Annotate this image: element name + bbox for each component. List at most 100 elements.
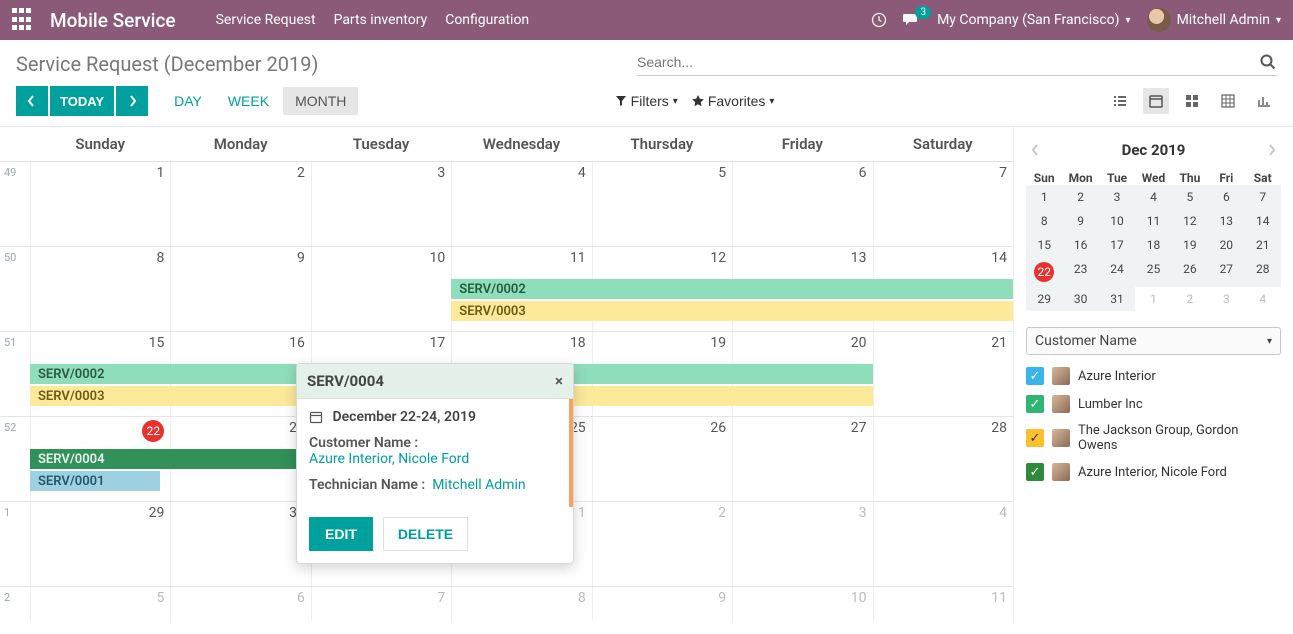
calendar-cell[interactable]: 3 <box>732 502 872 586</box>
mini-cell[interactable]: 10 <box>1099 209 1135 233</box>
mini-cell[interactable]: 8 <box>1026 209 1062 233</box>
apps-icon[interactable] <box>12 8 36 32</box>
mini-cell[interactable]: 18 <box>1135 233 1171 257</box>
view-pivot-icon[interactable] <box>1215 88 1241 114</box>
calendar-cell[interactable]: 6 <box>732 162 872 246</box>
nav-configuration[interactable]: Configuration <box>445 12 529 28</box>
search-icon[interactable] <box>1259 53 1277 71</box>
mini-cell[interactable]: 15 <box>1026 233 1062 257</box>
mini-cell[interactable]: 3 <box>1099 185 1135 209</box>
mini-cell[interactable]: 12 <box>1172 209 1208 233</box>
mini-cell[interactable]: 21 <box>1245 233 1281 257</box>
checkbox-icon[interactable]: ✓ <box>1026 463 1044 481</box>
company-selector[interactable]: My Company (San Francisco)▾ <box>937 12 1130 28</box>
mini-next-icon[interactable] <box>1263 139 1281 161</box>
prev-button[interactable] <box>16 86 48 116</box>
mini-cell[interactable]: 3 <box>1208 287 1244 311</box>
mini-prev-icon[interactable] <box>1026 139 1044 161</box>
mini-cell[interactable]: 26 <box>1172 257 1208 287</box>
mini-cell[interactable]: 4 <box>1245 287 1281 311</box>
nav-service-request[interactable]: Service Request <box>216 12 316 28</box>
mini-cell[interactable]: 13 <box>1208 209 1244 233</box>
checkbox-icon[interactable]: ✓ <box>1026 395 1044 413</box>
view-list-icon[interactable] <box>1107 88 1133 114</box>
mini-cell[interactable]: 16 <box>1062 233 1098 257</box>
calendar-cell[interactable]: 9 <box>592 587 732 621</box>
next-button[interactable] <box>116 86 148 116</box>
mini-cell[interactable]: 31 <box>1099 287 1135 311</box>
event-serv0001[interactable]: SERV/0001 <box>30 471 160 491</box>
checkbox-icon[interactable]: ✓ <box>1026 429 1044 447</box>
view-calendar-icon[interactable] <box>1143 88 1169 114</box>
legend-item[interactable]: ✓ Azure Interior, Nicole Ford <box>1026 463 1281 481</box>
legend-item[interactable]: ✓ Azure Interior <box>1026 367 1281 385</box>
calendar-cell[interactable]: 21 <box>873 332 1013 416</box>
mini-cell[interactable]: 23 <box>1062 257 1098 287</box>
calendar-cell[interactable]: 29 <box>30 502 170 586</box>
period-day[interactable]: DAY <box>162 87 214 115</box>
calendar-cell[interactable]: 4 <box>873 502 1013 586</box>
popover-technician[interactable]: Mitchell Admin <box>432 477 525 493</box>
legend-item[interactable]: ✓ Lumber Inc <box>1026 395 1281 413</box>
calendar-cell[interactable]: 2 <box>592 502 732 586</box>
mini-cell[interactable]: 6 <box>1208 185 1244 209</box>
mini-cell[interactable]: 5 <box>1172 185 1208 209</box>
mini-cell[interactable]: 22 <box>1026 257 1062 287</box>
mini-cell[interactable]: 9 <box>1062 209 1098 233</box>
mini-cell[interactable]: 7 <box>1245 185 1281 209</box>
mini-cell[interactable]: 1 <box>1026 185 1062 209</box>
calendar-cell[interactable]: 30 <box>170 502 310 586</box>
mini-cell[interactable]: 19 <box>1172 233 1208 257</box>
event-serv0004[interactable]: SERV/0004 <box>30 449 309 469</box>
calendar-cell[interactable]: 8 <box>30 247 170 331</box>
mini-cell[interactable]: 25 <box>1135 257 1171 287</box>
user-menu[interactable]: Mitchell Admin▾ <box>1147 8 1281 32</box>
event-serv0003[interactable]: SERV/0003 <box>451 301 1013 321</box>
favorites-button[interactable]: Favorites▾ <box>692 93 775 109</box>
calendar-cell[interactable]: 10 <box>732 587 872 621</box>
clock-icon[interactable] <box>871 12 887 28</box>
mini-cell[interactable]: 27 <box>1208 257 1244 287</box>
mini-cell[interactable]: 24 <box>1099 257 1135 287</box>
view-graph-icon[interactable] <box>1251 88 1277 114</box>
calendar-cell[interactable]: 2 <box>170 162 310 246</box>
nav-parts-inventory[interactable]: Parts inventory <box>334 12 428 28</box>
close-icon[interactable]: × <box>555 372 563 390</box>
mini-cell[interactable]: 2 <box>1172 287 1208 311</box>
calendar-cell[interactable]: 27 <box>732 417 872 501</box>
today-button[interactable]: TODAY <box>50 86 114 116</box>
calendar-cell[interactable]: 11 <box>873 587 1013 621</box>
calendar-cell[interactable]: 9 <box>170 247 310 331</box>
mini-cell[interactable]: 20 <box>1208 233 1244 257</box>
calendar-cell[interactable]: 5 <box>592 162 732 246</box>
popover-customer[interactable]: Azure Interior, Nicole Ford <box>309 451 469 467</box>
search-input[interactable] <box>637 54 1259 70</box>
calendar-cell[interactable]: 6 <box>170 587 310 621</box>
period-month[interactable]: MONTH <box>283 87 358 115</box>
mini-cell[interactable]: 30 <box>1062 287 1098 311</box>
calendar-cell[interactable]: 7 <box>311 587 451 621</box>
calendar-cell[interactable]: 3 <box>311 162 451 246</box>
mini-cell[interactable]: 14 <box>1245 209 1281 233</box>
calendar-cell[interactable]: 8 <box>451 587 591 621</box>
calendar-cell[interactable]: 5 <box>30 587 170 621</box>
checkbox-icon[interactable]: ✓ <box>1026 367 1044 385</box>
chat-icon[interactable]: 3 <box>903 12 921 28</box>
legend-item[interactable]: ✓ The Jackson Group, Gordon Owens <box>1026 423 1281 453</box>
calendar-cell[interactable]: 10 <box>311 247 451 331</box>
mini-cell[interactable]: 11 <box>1135 209 1171 233</box>
period-week[interactable]: WEEK <box>216 87 281 115</box>
mini-cell[interactable]: 28 <box>1245 257 1281 287</box>
mini-cell[interactable]: 29 <box>1026 287 1062 311</box>
edit-button[interactable]: EDIT <box>309 517 373 551</box>
mini-cell[interactable]: 4 <box>1135 185 1171 209</box>
view-kanban-icon[interactable] <box>1179 88 1205 114</box>
calendar-cell[interactable]: 26 <box>592 417 732 501</box>
mini-cell[interactable]: 2 <box>1062 185 1098 209</box>
calendar-cell[interactable]: 28 <box>873 417 1013 501</box>
event-serv0002[interactable]: SERV/0002 <box>451 279 1013 299</box>
calendar-cell[interactable]: 7 <box>873 162 1013 246</box>
mini-cell[interactable]: 17 <box>1099 233 1135 257</box>
mini-cell[interactable]: 1 <box>1135 287 1171 311</box>
calendar-cell[interactable]: 4 <box>451 162 591 246</box>
